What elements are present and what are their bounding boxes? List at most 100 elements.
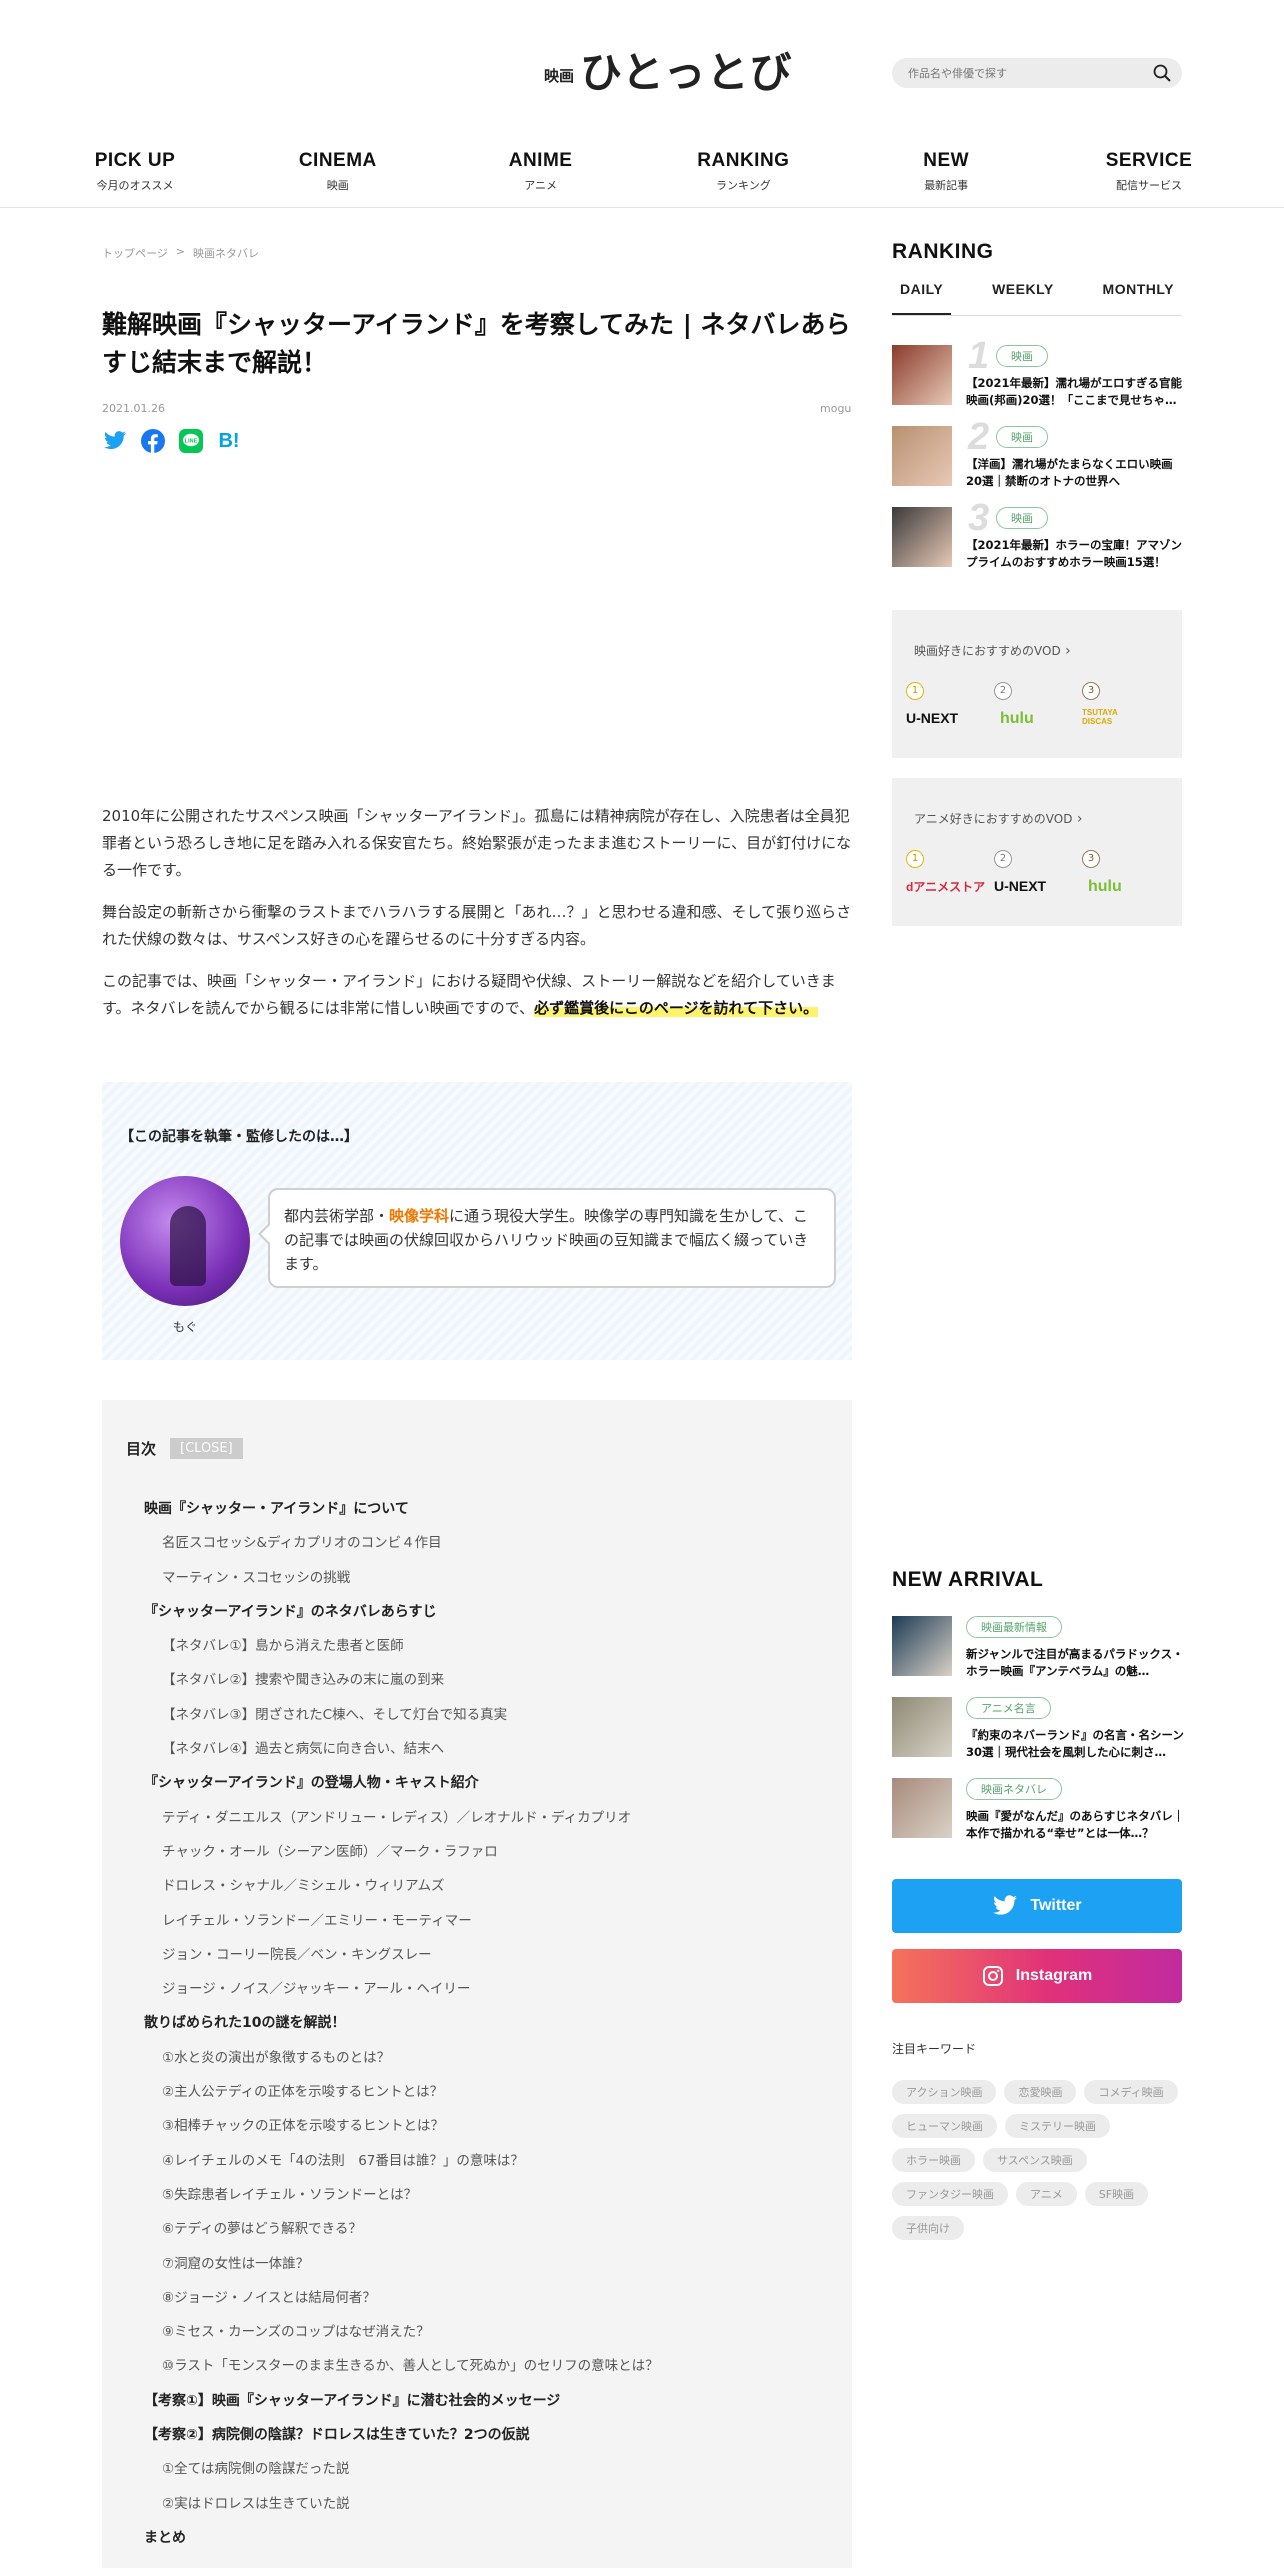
nav-ranking[interactable]: RANKING ランキング xyxy=(668,150,818,193)
hatena-share-icon[interactable]: B! xyxy=(216,428,242,454)
toc-heading-link[interactable]: 『シャッターアイランド』の登場人物・キャスト紹介 xyxy=(144,1766,659,1800)
keyword-tag[interactable]: ミステリー映画 xyxy=(1005,2114,1110,2138)
nav-label: SERVICE xyxy=(1105,150,1193,171)
toc-subheading-link[interactable]: ①全ては病院側の陰謀だった説 xyxy=(144,2452,659,2486)
tab-monthly[interactable]: MONTHLY xyxy=(1095,272,1182,315)
toc-subheading-link[interactable]: 【ネタバレ①】島から消えた患者と医師 xyxy=(144,1629,659,1663)
toc-subheading-link[interactable]: 【ネタバレ②】捜索や聞き込みの末に嵐の到来 xyxy=(144,1663,659,1697)
vod-anime-title[interactable]: アニメ好きにおすすめのVOD xyxy=(914,810,1083,827)
keyword-tag[interactable]: アニメ xyxy=(1016,2182,1077,2206)
breadcrumb-home[interactable]: トップページ xyxy=(102,245,168,261)
tab-weekly[interactable]: WEEKLY xyxy=(984,272,1062,315)
vod-movie-item[interactable]: 2 hulu xyxy=(994,682,1074,728)
hatena-label: B! xyxy=(218,429,240,452)
keyword-tag[interactable]: コメディ映画 xyxy=(1084,2080,1178,2104)
toc-subheading-link[interactable]: テディ・ダニエルス（アンドリュー・レディス）／レオナルド・ディカプリオ xyxy=(144,1801,659,1835)
ranking-title-text: 【2021年最新】濡れ場がエロすぎる官能映画(邦画)20選！「ここまで見せちゃ… xyxy=(966,376,1183,407)
toc-subheading-link[interactable]: ⑨ミセス・カーンズのコップはなぜ消えた？ xyxy=(144,2315,659,2349)
category-tag[interactable]: 映画 xyxy=(996,345,1048,367)
category-tag[interactable]: 映画 xyxy=(996,507,1048,529)
toc-subheading-link[interactable]: マーティン・スコセッシの挑戦 xyxy=(144,1561,659,1595)
article-author[interactable]: mogu xyxy=(820,402,851,415)
tab-daily[interactable]: DAILY xyxy=(892,272,952,315)
toc-subheading-link[interactable]: ④レイチェルのメモ「4の法則 67番目は誰？」の意味は？ xyxy=(144,2144,659,2178)
category-tag[interactable]: 映画ネタバレ xyxy=(966,1778,1062,1800)
toc-subheading-link[interactable]: ①水と炎の演出が象徴するものとは？ xyxy=(144,2041,659,2075)
author-bio-text: 都内芸術学部・ xyxy=(284,1207,390,1225)
nav-service[interactable]: SERVICE 配信サービス xyxy=(1074,150,1224,193)
keyword-tag[interactable]: サスペンス映画 xyxy=(983,2148,1087,2172)
keyword-tag[interactable]: アクション映画 xyxy=(892,2080,997,2104)
twitter-follow-button[interactable]: Twitter xyxy=(892,1879,1182,1933)
toc-heading-link[interactable]: まとめ xyxy=(144,2521,659,2555)
hulu-logo: hulu xyxy=(1088,878,1122,895)
vod-movie-item[interactable]: 3 TSUTAYA DISCAS xyxy=(1082,682,1162,726)
nav-pickup[interactable]: PICK UP 今月のオススメ xyxy=(60,150,210,193)
highlighted-notice: 必ず鑑賞後にこのページを訪れて下さい。 xyxy=(534,999,819,1017)
keyword-tag[interactable]: 恋愛映画 xyxy=(1004,2080,1077,2104)
ranking-title-text: 【洋画】濡れ場がたまらなくエロい映画20選｜禁断のオトナの世界へ xyxy=(966,457,1173,488)
new-arrival-item[interactable]: アニメ名言 『約束のネバーランド』の名言・名シーン30選｜現代社会を風刺した心に刺… xyxy=(892,1697,1184,1759)
toc-subheading-link[interactable]: ⑦洞窟の女性は一体誰？ xyxy=(144,2247,659,2281)
category-tag[interactable]: アニメ名言 xyxy=(966,1697,1051,1719)
category-tag[interactable]: 映画最新情報 xyxy=(966,1616,1062,1638)
breadcrumb-separator: > xyxy=(175,245,185,258)
vod-movie-item[interactable]: 1 U-NEXT xyxy=(906,682,986,726)
breadcrumb-current[interactable]: 映画ネタバレ xyxy=(193,245,259,261)
toc-heading-link[interactable]: 【考察①】映画『シャッターアイランド』に潜む社会的メッセージ xyxy=(144,2384,659,2418)
toc-heading-link[interactable]: 『シャッターアイランド』のネタバレあらすじ xyxy=(144,1595,659,1629)
line-share-icon[interactable]: LINE xyxy=(178,428,204,454)
nav-new[interactable]: NEW 最新記事 xyxy=(871,150,1021,193)
toc-subheading-link[interactable]: レイチェル・ソランドー／エミリー・モーティマー xyxy=(144,1904,659,1938)
toc-subheading-link[interactable]: ⑧ジョージ・ノイスとは結局何者？ xyxy=(144,2281,659,2315)
category-tag[interactable]: 映画 xyxy=(996,426,1048,448)
search-input[interactable] xyxy=(892,58,1132,88)
keyword-tag[interactable]: ホラー映画 xyxy=(892,2148,975,2172)
author-box-heading: 【この記事を執筆・監修したのは…】 xyxy=(120,1129,358,1145)
site-logo[interactable]: 映画 ひとっとび xyxy=(544,52,793,94)
toc-subheading-link[interactable]: 【ネタバレ③】閉ざされたC棟へ、そして灯台で知る真実 xyxy=(144,1698,659,1732)
keyword-tag[interactable]: 子供向け xyxy=(892,2216,964,2240)
twitter-share-icon[interactable] xyxy=(102,428,128,454)
toc-heading-link[interactable]: 映画『シャッター・アイランド』について xyxy=(144,1492,659,1526)
ranking-item[interactable]: 2 映画 【洋画】濡れ場がたまらなくエロい映画20選｜禁断のオトナの世界へ xyxy=(892,416,1182,488)
toc-subheading-link[interactable]: ②主人公テディの正体を示唆するヒントとは？ xyxy=(144,2075,659,2109)
toc-subheading-link[interactable]: ⑩ラスト「モンスターのまま生きるか、善人として死ぬか」のセリフの意味とは？ xyxy=(144,2349,659,2383)
article-date: 2021.01.26 xyxy=(102,402,165,415)
keyword-tag[interactable]: ヒューマン映画 xyxy=(892,2114,997,2138)
nav-cinema[interactable]: CINEMA 映画 xyxy=(263,150,413,193)
ranking-item[interactable]: 1 映画 【2021年最新】濡れ場がエロすぎる官能映画(邦画)20選！「ここまで見せ… xyxy=(892,335,1182,407)
toc-subheading-link[interactable]: 【ネタバレ④】過去と病気に向き合い、結末へ xyxy=(144,1732,659,1766)
keyword-tag[interactable]: ファンタジー映画 xyxy=(892,2182,1008,2206)
new-arrival-item[interactable]: 映画ネタバレ 映画『愛がなんだ』のあらすじネタバレ｜本作で描かれる“幸せ”とは一体… xyxy=(892,1778,1184,1840)
author-bio-highlight: 映像学科 xyxy=(389,1207,450,1225)
facebook-share-icon[interactable] xyxy=(140,428,166,454)
toc-subheading-link[interactable]: ジョージ・ノイス／ジャッキー・アール・ヘイリー xyxy=(144,1972,659,2006)
search-icon[interactable] xyxy=(1152,63,1172,83)
twitter-icon xyxy=(993,1895,1018,1915)
toc-heading-link[interactable]: 散りばめられた10の謎を解説！ xyxy=(144,2006,659,2040)
vod-anime-item[interactable]: 1 dアニメストア xyxy=(906,850,986,895)
toc-subheading-link[interactable]: ⑥テディの夢はどう解釈できる？ xyxy=(144,2212,659,2246)
ranking-item[interactable]: 3 映画 【2021年最新】ホラーの宝庫！アマゾンプライムのおすすめホラー映画15選… xyxy=(892,497,1182,569)
vod-anime-item[interactable]: 2 U-NEXT xyxy=(994,850,1074,894)
keyword-tag[interactable]: SF映画 xyxy=(1084,2182,1149,2206)
toc-subheading-link[interactable]: ②実はドロレスは生きていた説 xyxy=(144,2487,659,2521)
toc-subheading-link[interactable]: ドロレス・シャナル／ミシェル・ウィリアムズ xyxy=(144,1869,659,1903)
instagram-follow-button[interactable]: Instagram xyxy=(892,1949,1182,2003)
intro-paragraph-2: 舞台設定の斬新さから衝撃のラストまでハラハラする展開と「あれ…？」と思わせる違和… xyxy=(102,903,852,948)
toc-subheading-link[interactable]: チャック・オール（シーアン医師）／マーク・ラファロ xyxy=(144,1835,659,1869)
logo-main-text: ひとっとび xyxy=(580,48,793,97)
article-title: 難解映画『シャッターアイランド』を考察してみた | ネタバレあらすじ結末まで解説… xyxy=(102,310,851,377)
toc-close-button[interactable]: [CLOSE] xyxy=(170,1438,243,1459)
nav-sublabel: 今月のオススメ xyxy=(96,179,174,192)
vod-movie-title[interactable]: 映画好きにおすすめのVOD xyxy=(914,642,1071,659)
vod-anime-item[interactable]: 3 hulu xyxy=(1082,850,1162,896)
toc-subheading-link[interactable]: ⑤失踪患者レイチェル・ソランドーとは？ xyxy=(144,2178,659,2212)
toc-subheading-link[interactable]: ジョン・コーリー院長／ベン・キングスレー xyxy=(144,1938,659,1972)
nav-anime[interactable]: ANIME アニメ xyxy=(466,150,616,193)
toc-heading-link[interactable]: 【考察②】病院側の陰謀？ドロレスは生きていた？2つの仮説 xyxy=(144,2418,659,2452)
toc-subheading-link[interactable]: ③相棒チャックの正体を示唆するヒントとは？ xyxy=(144,2109,659,2143)
toc-subheading-link[interactable]: 名匠スコセッシ&ディカプリオのコンビ４作目 xyxy=(144,1526,659,1560)
new-arrival-item[interactable]: 映画最新情報 新ジャンルで注目が高まるパラドックス・ホラー映画『アンテベラム』の魅… xyxy=(892,1616,1184,1678)
